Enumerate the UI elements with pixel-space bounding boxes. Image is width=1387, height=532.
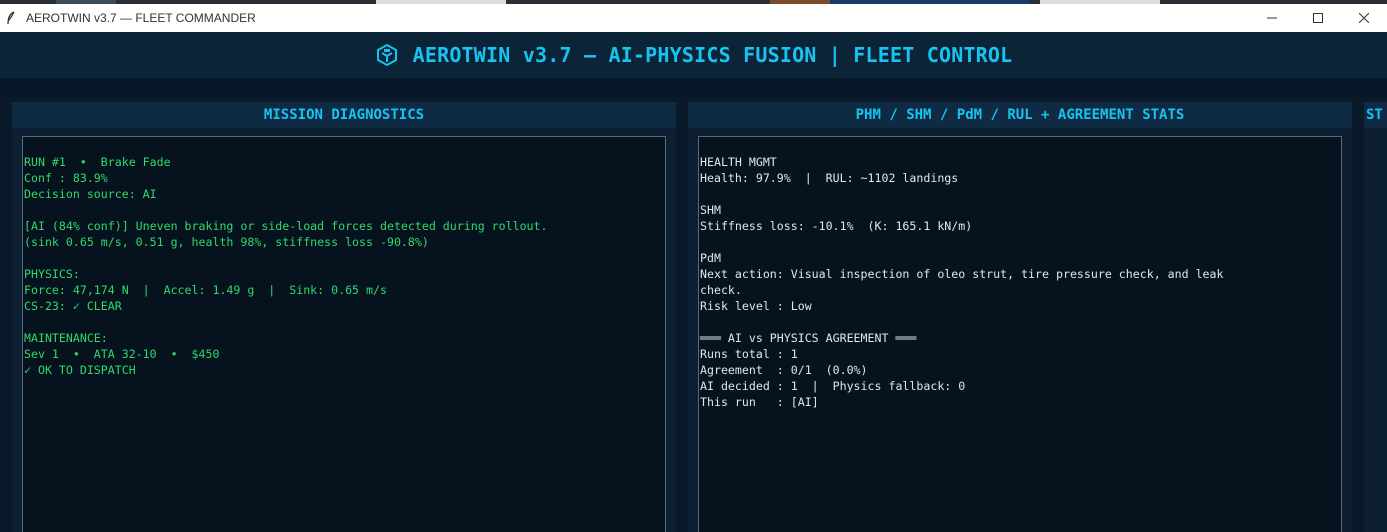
phm-text: HEALTH MGMT Health: 97.9% | RUL: ~1102 la… [699, 137, 1341, 410]
maximize-button[interactable] [1295, 4, 1341, 32]
phm-line [700, 186, 1341, 202]
phm-line: Health: 97.9% | RUL: ~1102 landings [700, 171, 959, 185]
maximize-icon [1313, 13, 1323, 23]
phm-line: SHM [700, 203, 721, 217]
mission-line: Decision source: AI [24, 187, 157, 201]
mission-line: RUN #1 • Brake Fade [24, 155, 171, 169]
phm-stats-panel: PHM / SHM / PdM / RUL + AGREEMENT STATS … [688, 102, 1352, 532]
close-button[interactable] [1341, 4, 1387, 32]
phm-line: Runs total : 1 [700, 347, 798, 361]
window-titlebar[interactable]: AEROTWIN v3.7 — FLEET COMMANDER [0, 4, 1387, 32]
panel-title: PHM / SHM / PdM / RUL + AGREEMENT STATS [688, 102, 1352, 128]
header-underband [0, 78, 1387, 98]
phm-line: Next action: Visual inspection of oleo s… [700, 267, 1224, 281]
mission-line: Conf : 83.9% [24, 171, 108, 185]
window-title: AEROTWIN v3.7 — FLEET COMMANDER [26, 11, 256, 25]
phm-line: AI decided : 1 | Physics fallback: 0 [700, 379, 966, 393]
phm-line [700, 314, 1341, 330]
mission-line: PHYSICS: [24, 267, 80, 281]
mission-line [24, 202, 665, 218]
feather-icon [6, 11, 16, 25]
panel-title: ST [1364, 102, 1387, 128]
mission-text-area[interactable]: RUN #1 • Brake Fade Conf : 83.9% Decision … [22, 136, 666, 532]
mission-diagnostics-panel: MISSION DIAGNOSTICS RUN #1 • Brake Fade C… [12, 102, 676, 532]
phm-line: check. [700, 283, 742, 297]
mission-line: MAINTENANCE: [24, 331, 108, 345]
mission-line: CS-23: ✓ CLEAR [24, 299, 122, 313]
phm-line: ═══ AI vs PHYSICS AGREEMENT ═══ [700, 331, 917, 345]
mission-text: RUN #1 • Brake Fade Conf : 83.9% Decision … [23, 137, 665, 378]
app-header: AEROTWIN v3.7 — AI-PHYSICS FUSION | FLEE… [0, 32, 1387, 78]
phm-line: Stiffness loss: -10.1% (K: 165.1 kN/m) [700, 219, 973, 233]
phm-line: This run : [AI] [700, 395, 819, 409]
mission-line [24, 314, 665, 330]
phm-line [700, 234, 1341, 250]
close-icon [1359, 13, 1369, 23]
phm-line: Agreement : 0/1 (0.0%) [700, 363, 868, 377]
header-title: AEROTWIN v3.7 — AI-PHYSICS FUSION | FLEE… [412, 43, 1013, 67]
cube-logo-icon [375, 43, 399, 67]
mission-line: Force: 47,174 N | Accel: 1.49 g | Sink: … [24, 283, 387, 297]
phm-line: HEALTH MGMT [700, 155, 777, 169]
phm-line: PdM [700, 251, 721, 265]
third-panel: ST [1364, 102, 1387, 532]
mission-line: (sink 0.65 m/s, 0.51 g, health 98%, stif… [24, 235, 429, 249]
phm-text-area[interactable]: HEALTH MGMT Health: 97.9% | RUL: ~1102 la… [698, 136, 1342, 532]
minimize-icon [1267, 17, 1277, 19]
mission-line: Sev 1 • ATA 32-10 • $450 [24, 347, 220, 361]
mission-line [24, 250, 665, 266]
mission-line: [AI (84% conf)] Uneven braking or side-l… [24, 219, 548, 233]
mission-line: ✓ OK TO DISPATCH [24, 363, 136, 377]
minimize-button[interactable] [1249, 4, 1295, 32]
phm-line: Risk level : Low [700, 299, 812, 313]
panel-title: MISSION DIAGNOSTICS [12, 102, 676, 128]
